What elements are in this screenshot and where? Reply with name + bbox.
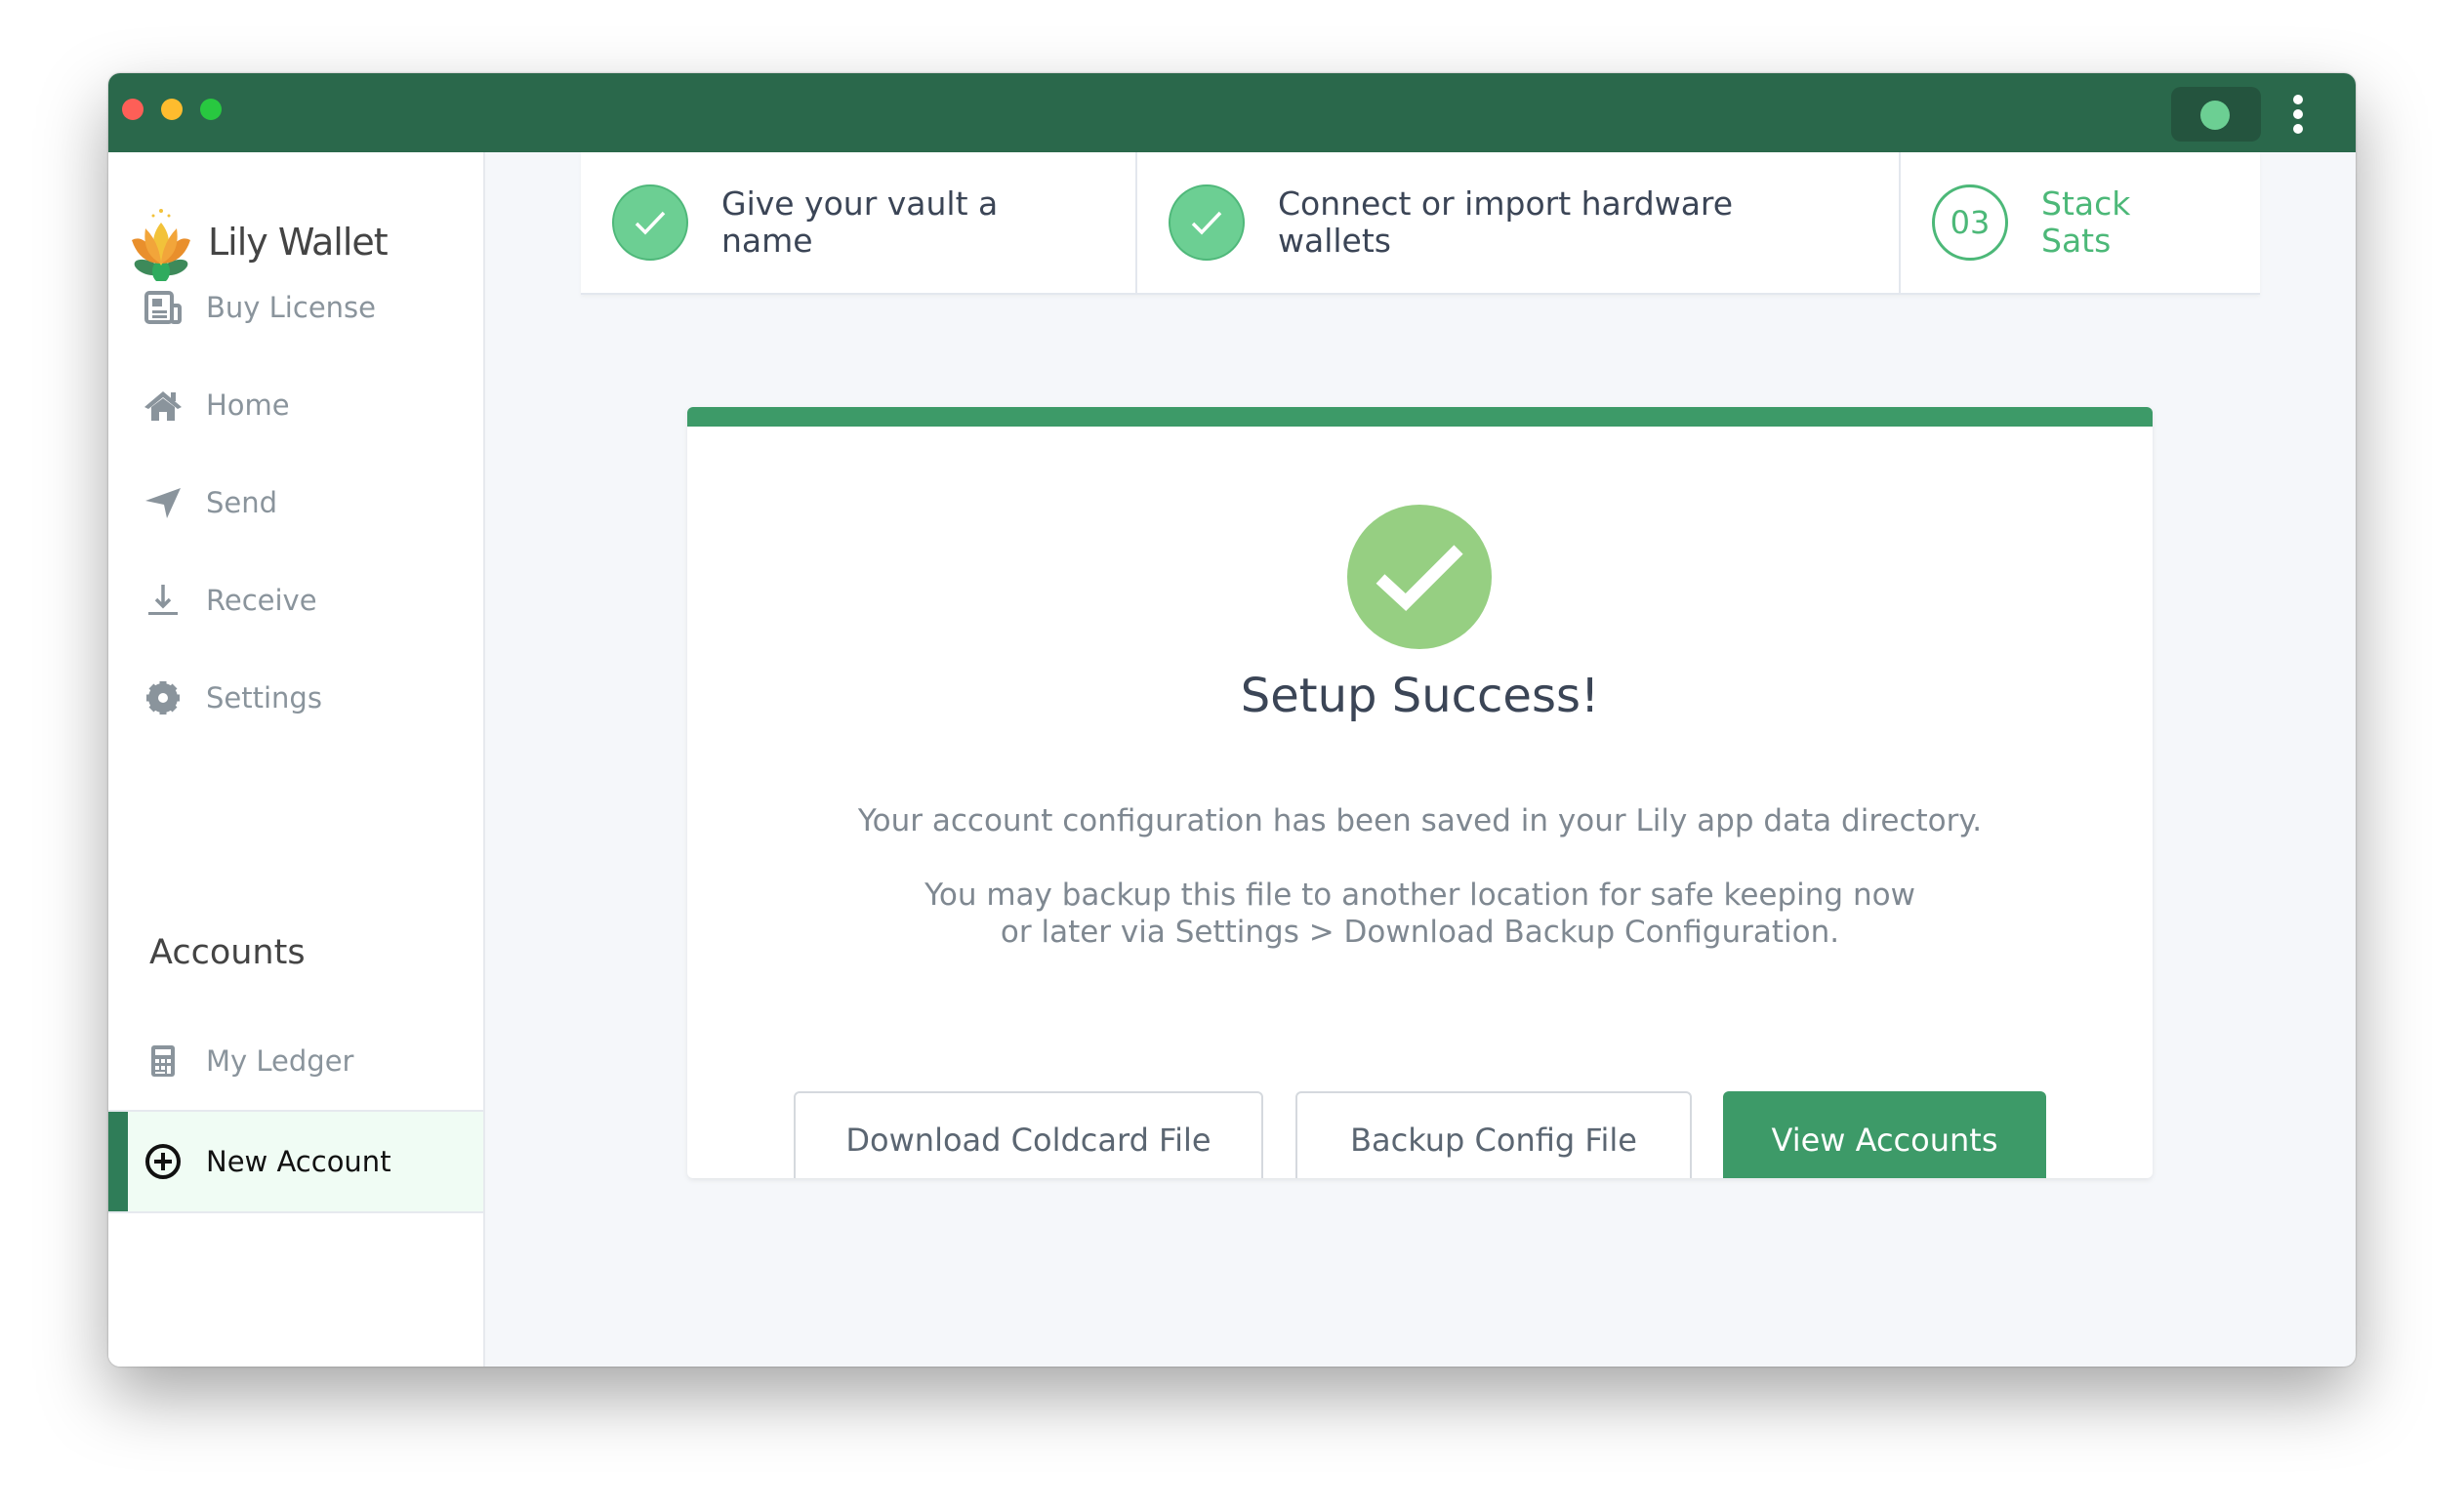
setup-stepper: Give your vault a name Connect or import…	[581, 152, 2260, 295]
success-title: Setup Success!	[1240, 669, 1600, 723]
card-accent-bar	[687, 407, 2153, 427]
calculator-icon	[151, 1045, 175, 1077]
accounts-heading: Accounts	[149, 933, 306, 972]
sidebar-item-settings[interactable]: Settings	[108, 649, 483, 747]
sidebar-item-receive[interactable]: Receive	[108, 551, 483, 649]
close-window-button[interactable]	[122, 99, 144, 120]
sidebar-item-send[interactable]: Send	[108, 454, 483, 551]
app-window: Lily Wallet Buy License Home Send Receiv…	[108, 73, 2356, 1367]
sidebar-item-label: Send	[206, 486, 278, 519]
step-label: Stack Sats	[2041, 184, 2131, 260]
home-icon	[144, 391, 182, 421]
send-icon	[145, 488, 181, 518]
step-3: 03 Stack Sats	[1901, 152, 2260, 293]
step-2: Connect or import hardware wallets	[1137, 152, 1901, 293]
backup-message-line1: You may backup this file to another loca…	[924, 878, 1915, 913]
brand-name: Lily Wallet	[208, 221, 389, 264]
saved-message: Your account configuration has been save…	[857, 803, 1983, 838]
sidebar-item-label: Settings	[206, 681, 322, 715]
download-coldcard-file-button[interactable]: Download Coldcard File	[794, 1091, 1263, 1178]
step-label: Connect or import hardware wallets	[1278, 184, 1734, 260]
license-icon	[144, 291, 182, 324]
success-check-icon	[1347, 505, 1492, 649]
minimize-window-button[interactable]	[161, 99, 183, 120]
backup-message-line2: or later via Settings > Download Backup …	[1000, 915, 1840, 950]
sidebar-item-buy-license[interactable]: Buy License	[108, 259, 483, 356]
maximize-window-button[interactable]	[200, 99, 222, 120]
sidebar-item-home[interactable]: Home	[108, 356, 483, 454]
plus-circle-icon	[145, 1144, 181, 1179]
connection-status-indicator[interactable]	[2171, 87, 2261, 142]
titlebar	[108, 73, 2356, 152]
backup-config-file-button[interactable]: Backup Config File	[1295, 1091, 1692, 1178]
setup-success-card: Setup Success! Your account configuratio…	[687, 407, 2153, 1178]
step-complete-check-icon	[1169, 184, 1245, 261]
kebab-icon[interactable]	[2291, 95, 2305, 134]
gear-icon	[146, 681, 180, 715]
sidebar-item-label: Receive	[206, 584, 317, 617]
step-complete-check-icon	[612, 184, 688, 261]
step-number: 03	[1932, 184, 2008, 261]
sidebar-item-label: Buy License	[206, 291, 376, 324]
sidebar-item-label: Home	[206, 388, 290, 422]
sidebar-item-label: My Ledger	[206, 1044, 354, 1078]
step-label: Give your vault a name	[721, 184, 999, 260]
step-1: Give your vault a name	[581, 152, 1137, 293]
receive-icon	[148, 585, 178, 615]
sidebar-item-new-account[interactable]: New Account	[108, 1110, 483, 1213]
sidebar-item-my-ledger[interactable]: My Ledger	[108, 1012, 483, 1110]
sidebar-item-label: New Account	[206, 1145, 391, 1178]
status-dot-icon	[2200, 101, 2230, 130]
sidebar: Lily Wallet Buy License Home Send Receiv…	[108, 152, 485, 1367]
view-accounts-button[interactable]: View Accounts	[1723, 1091, 2046, 1178]
